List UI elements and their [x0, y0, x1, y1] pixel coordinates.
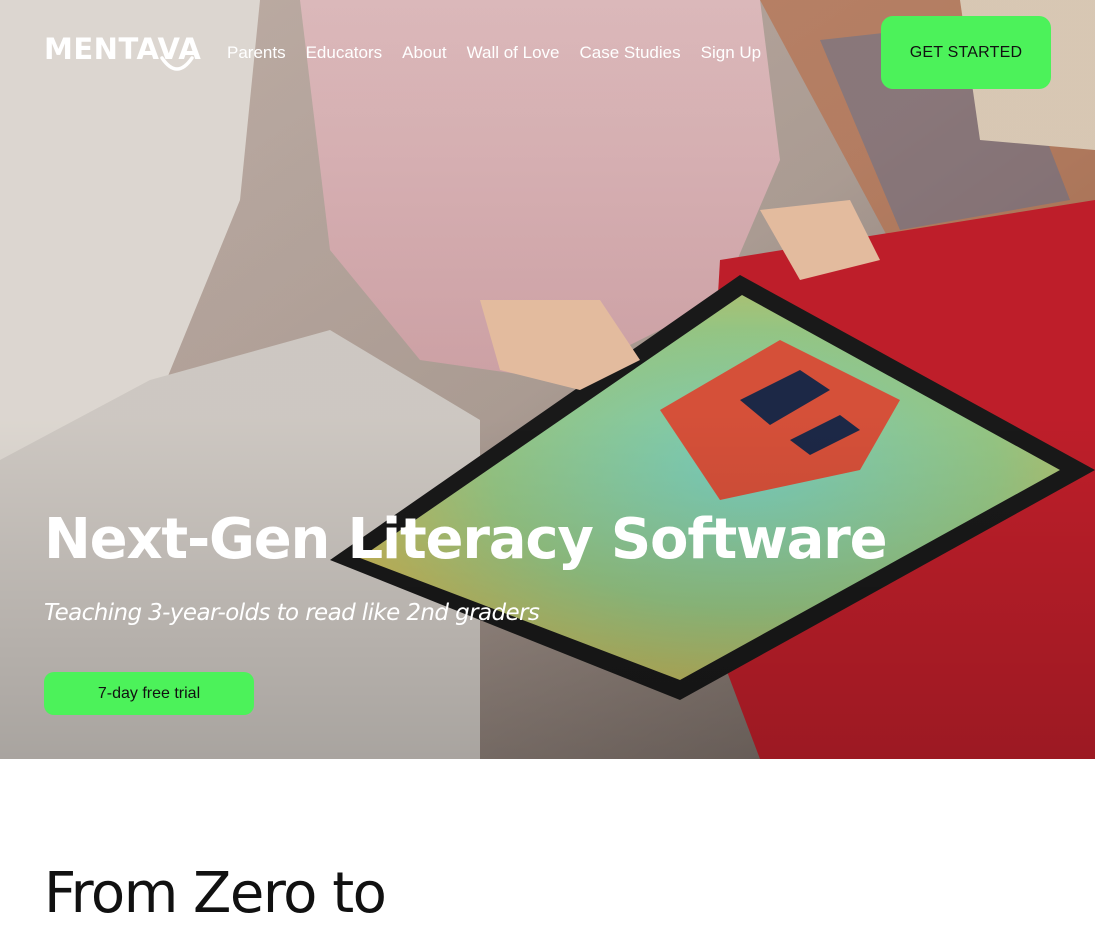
- nav-link-educators[interactable]: Educators: [306, 40, 383, 66]
- hero-subtitle: Teaching 3-year-olds to read like 2nd gr…: [44, 600, 540, 626]
- nav-link-wall-of-love[interactable]: Wall of Love: [467, 40, 560, 66]
- main-nav: Parents Educators About Wall of Love Cas…: [227, 40, 761, 66]
- free-trial-button[interactable]: 7-day free trial: [44, 672, 254, 715]
- section-heading: From Zero to: [44, 861, 387, 926]
- nav-link-sign-up[interactable]: Sign Up: [701, 40, 761, 66]
- hero-overlay: [0, 0, 1095, 759]
- nav-link-parents[interactable]: Parents: [227, 40, 286, 66]
- logo-smile-icon: [160, 56, 194, 71]
- hero-section: MENTAVA Parents Educators About Wall of …: [0, 0, 1095, 759]
- page: MENTAVA Parents Educators About Wall of …: [0, 0, 1095, 931]
- mentava-logo[interactable]: MENTAVA: [44, 32, 201, 76]
- get-started-button[interactable]: GET STARTED: [881, 16, 1051, 89]
- hero-title: Next-Gen Literacy Software: [44, 507, 888, 572]
- nav-link-case-studies[interactable]: Case Studies: [580, 40, 681, 66]
- nav-link-about[interactable]: About: [402, 40, 446, 66]
